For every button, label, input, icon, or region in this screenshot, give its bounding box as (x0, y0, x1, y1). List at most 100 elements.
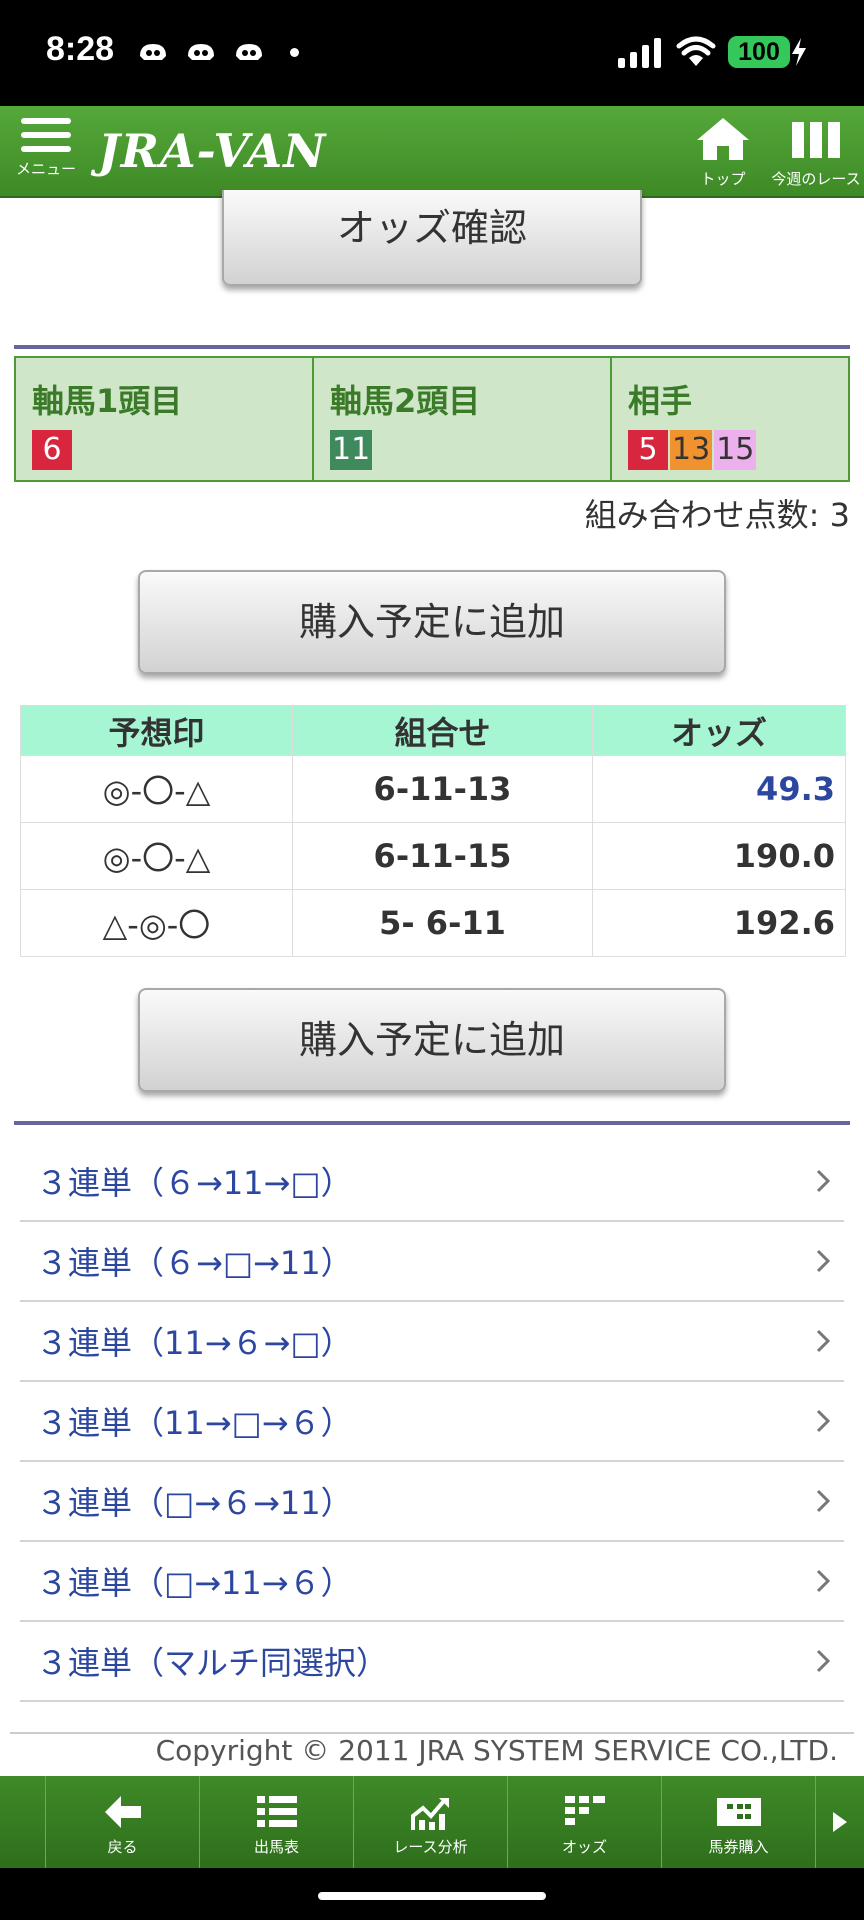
add-to-purchase-plan-button[interactable]: 購入予定に追加 (138, 570, 726, 674)
bet-link-label: ３連単（６→□→11） (36, 1244, 353, 1282)
section-divider (14, 345, 850, 349)
nav-odds-button[interactable]: オッズ (508, 1776, 662, 1868)
chevron-right-icon (816, 1409, 831, 1433)
race-list-icon (792, 122, 840, 158)
more-notifications-dot (290, 47, 299, 57)
list-item[interactable]: ３連単（６→□→11） (20, 1222, 844, 1302)
bet-type-list: ３連単（６→11→□） ３連単（６→□→11） ３連単（11→６→□） ３連単（… (20, 1142, 844, 1702)
odds-value: 49.3 (592, 755, 846, 823)
opponent-title: 相手 (628, 382, 693, 420)
menu-label: メニュー (15, 160, 76, 178)
notification-icons (136, 40, 299, 64)
odds-value: 192.6 (592, 889, 846, 957)
prediction-mark: ◎-〇-△ (20, 755, 293, 823)
battery-icon: 100 (728, 36, 790, 68)
nav-back-label: 戻る (107, 1838, 138, 1856)
axis-horse-2-cell: 軸馬2頭目 11 (314, 358, 612, 480)
combination: 6-11-13 (292, 755, 593, 823)
status-bar: 8:28 100 (0, 0, 864, 106)
list-item[interactable]: ３連単（６→11→□） (20, 1142, 844, 1222)
nav-race-analysis-label: レース分析 (393, 1838, 468, 1856)
prediction-mark: ◎-〇-△ (20, 822, 293, 890)
bet-link-label: ３連単（マルチ同選択） (36, 1644, 389, 1682)
top-label: トップ (700, 170, 746, 188)
app-notification-icon (188, 44, 214, 60)
header-odds: オッズ (592, 705, 846, 756)
horse-selection-table: 軸馬1頭目 6 軸馬2頭目 11 相手 5 13 15 (14, 356, 850, 482)
horse-number-chip: 15 (714, 430, 757, 470)
nav-edge (0, 1776, 46, 1868)
odds-grid-icon (564, 1796, 605, 1825)
play-right-icon (833, 1812, 847, 1832)
header-combination: 組合せ (292, 705, 593, 756)
table-row: ◎-〇-△ 6-11-13 49.3 (20, 755, 846, 823)
list-item[interactable]: ３連単（11→□→６） (20, 1382, 844, 1462)
horse-number-chip: 13 (670, 430, 713, 470)
chevron-right-icon (816, 1569, 831, 1593)
bet-link-label: ３連単（□→11→６） (36, 1564, 353, 1602)
nav-next-button[interactable] (816, 1776, 864, 1868)
odds-table: 予想印 組合せ オッズ ◎-〇-△ 6-11-13 49.3 ◎-〇-△ 6-1… (20, 705, 846, 957)
home-indicator[interactable] (318, 1892, 546, 1900)
axis-horse-1-cell: 軸馬1頭目 6 (16, 358, 314, 480)
odds-value: 190.0 (592, 822, 846, 890)
horse-number-chip: 11 (330, 430, 373, 470)
axis-horse-1-title: 軸馬1頭目 (32, 382, 183, 420)
this-week-races-label: 今週のレース (771, 170, 861, 188)
jra-van-logo: JRA-VAN (98, 124, 327, 178)
charging-bolt-icon (792, 38, 806, 66)
this-week-races-button[interactable]: 今週のレース (768, 116, 864, 189)
bet-link-label: ３連単（11→６→□） (36, 1324, 353, 1362)
header-prediction-mark: 予想印 (20, 705, 293, 756)
nav-purchase-button[interactable]: 馬券購入 (662, 1776, 816, 1868)
list-icon (256, 1796, 297, 1827)
list-item[interactable]: ３連単（マルチ同選択） (20, 1622, 844, 1702)
axis-horse-2-title: 軸馬2頭目 (330, 382, 481, 420)
app-notification-icon (236, 44, 262, 60)
chevron-right-icon (816, 1649, 831, 1673)
combination-count: 組み合わせ点数: 3 (584, 496, 850, 534)
nav-race-analysis-button[interactable]: レース分析 (354, 1776, 508, 1868)
section-divider (14, 1121, 850, 1125)
prediction-mark: △-◎-〇 (20, 889, 293, 957)
analysis-chart-icon (410, 1798, 449, 1830)
home-icon (697, 118, 749, 160)
add-to-purchase-plan-button[interactable]: 購入予定に追加 (138, 988, 726, 1092)
nav-odds-label: オッズ (561, 1838, 607, 1856)
chevron-right-icon (816, 1329, 831, 1353)
cellular-signal-icon (618, 36, 661, 68)
bet-link-label: ３連単（□→６→11） (36, 1484, 353, 1522)
bet-link-label: ３連単（６→11→□） (36, 1164, 353, 1202)
table-row: ◎-〇-△ 6-11-15 190.0 (20, 822, 846, 890)
menu-button[interactable]: メニュー (14, 118, 78, 194)
list-item[interactable]: ３連単（□→11→６） (20, 1542, 844, 1622)
chevron-right-icon (816, 1489, 831, 1513)
combination: 5- 6-11 (292, 889, 593, 957)
list-item[interactable]: ３連単（□→６→11） (20, 1462, 844, 1542)
list-item[interactable]: ３連単（11→６→□） (20, 1302, 844, 1382)
nav-purchase-label: 馬券購入 (708, 1838, 769, 1856)
horse-number-chip: 6 (32, 430, 72, 470)
combination: 6-11-15 (292, 822, 593, 890)
wifi-icon (676, 36, 716, 66)
nav-entries-label: 出馬表 (253, 1838, 299, 1856)
opponent-cell: 相手 5 13 15 (612, 358, 848, 480)
bottom-nav: 戻る 出馬表 レース分析 オッズ 馬券購入 (0, 1776, 864, 1868)
copyright-text: Copyright © 2011 JRA SYSTEM SERVICE CO.,… (155, 1734, 838, 1767)
bet-link-label: ３連単（11→□→６） (36, 1404, 353, 1442)
status-time: 8:28 (46, 30, 115, 68)
top-button[interactable]: トップ (692, 116, 754, 189)
nav-back-button[interactable]: 戻る (46, 1776, 200, 1868)
chevron-right-icon (816, 1169, 831, 1193)
odds-check-button[interactable]: オッズ確認 (222, 190, 642, 286)
horse-number-chip: 5 (628, 430, 668, 470)
nav-entries-button[interactable]: 出馬表 (200, 1776, 354, 1868)
table-row: △-◎-〇 5- 6-11 192.6 (20, 889, 846, 957)
app-notification-icon (140, 44, 166, 60)
odds-table-header: 予想印 組合せ オッズ (20, 705, 846, 756)
back-arrow-icon (104, 1796, 141, 1828)
ticket-icon (716, 1798, 761, 1826)
app-header: メニュー JRA-VAN トップ 今週のレース (0, 106, 864, 198)
hamburger-icon (21, 118, 71, 152)
chevron-right-icon (816, 1249, 831, 1273)
